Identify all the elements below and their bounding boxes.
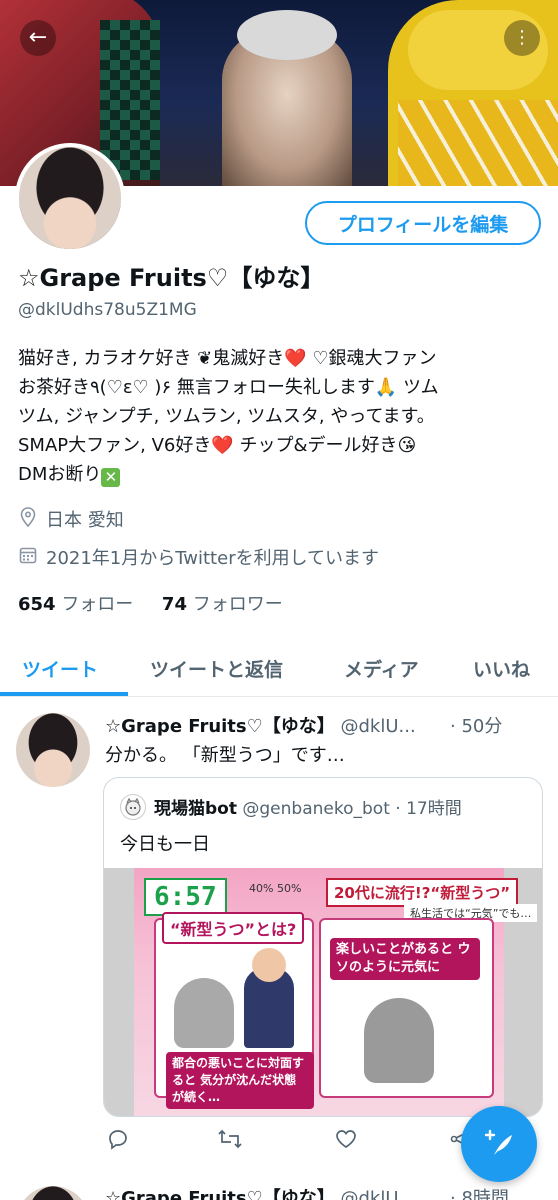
tv-clock: 6:57 [144, 878, 227, 916]
bio-line: DMお断り ✕ [18, 460, 543, 489]
profile-handle: @dklUdhs78u5Z1MG [18, 300, 197, 320]
followers-count[interactable]: 74 [162, 594, 187, 615]
more-options-icon[interactable]: ⋮ [504, 20, 540, 56]
quoted-tweet[interactable]: 現場猫bot @genbaneko_bot · 17時間 今日も一日 6:57 … [103, 777, 543, 1117]
quote-author-name: 現場猫bot [154, 799, 237, 819]
banner-figure-hair [237, 10, 337, 60]
quote-time: · 17時間 [395, 799, 462, 819]
tweet-text: 分かる。 「新型うつ」です… [105, 745, 345, 766]
location-pin-icon [18, 506, 38, 532]
quote-avatar [120, 794, 146, 820]
quote-image[interactable]: 6:57 40% 50% 20代に流行!?“新型うつ” 私生活では“元気”でも…… [104, 868, 542, 1116]
profile-location: 日本 愛知 [18, 506, 124, 532]
profile-bio: 猫好き, カラオケ好き ❦鬼滅好き❤️ ♡銀魂大ファン お茶好き٩(♡ε♡ )۶… [18, 344, 543, 489]
follow-stats: 654 フォロー 74 フォロワー [18, 590, 283, 616]
tab-tweets-and-replies[interactable]: ツイートと返信 [150, 640, 283, 696]
bio-line: ツム, ジャンプチ, ツムラン, ツムスタ, やってます。 [18, 406, 435, 427]
tab-media[interactable]: メディア [344, 640, 419, 696]
tweet-header: ☆Grape Fruits♡【ゆな】 @dklU... [105, 1184, 445, 1200]
compose-quill-icon [484, 1129, 512, 1155]
quote-text: 今日も一日 [120, 834, 210, 855]
profile-name: ☆Grape Fruits♡【ゆな】 [18, 264, 325, 292]
tweet-avatar[interactable] [16, 1186, 90, 1200]
profile-avatar[interactable] [15, 143, 125, 253]
quote-header: 現場猫bot @genbaneko_bot · 17時間 [154, 794, 462, 819]
bio-line-text: DMお断り [18, 464, 102, 485]
tab-likes[interactable]: いいね [473, 640, 530, 696]
quote-author-handle: @genbaneko_bot [242, 799, 390, 819]
tweet-author-name[interactable]: ☆Grape Fruits♡【ゆな】 [105, 1188, 335, 1200]
edit-profile-button[interactable]: プロフィールを編集 [305, 201, 541, 245]
tweet-author-handle: @dklU... [340, 716, 416, 737]
avatar-photo [19, 147, 121, 249]
followers-label[interactable]: フォロワー [193, 594, 283, 615]
tv-label-right: 楽しいことがあると ウソのように元気に [330, 938, 480, 980]
tab-tweets[interactable]: ツイート [22, 640, 98, 696]
tweet-time: · 8時間 [450, 1188, 509, 1200]
tweet-avatar[interactable] [16, 713, 90, 787]
banner-figure-middle [222, 10, 352, 186]
reply-icon[interactable] [107, 1128, 129, 1155]
like-icon[interactable] [335, 1128, 357, 1155]
tv-headline: 20代に流行!?“新型うつ” [326, 878, 519, 907]
tweet-author-name[interactable]: ☆Grape Fruits♡【ゆな】 [105, 716, 335, 737]
retweet-icon[interactable] [217, 1128, 243, 1155]
bio-line: お茶好き٩(♡ε♡ )۶ 無言フォロー失礼します🙏 ツム [18, 377, 439, 398]
location-text: 日本 愛知 [46, 510, 124, 531]
following-label[interactable]: フォロー [61, 594, 133, 615]
tv-label-bottom: 都合の悪いことに対面すると 気分が沈んだ状態が続く… [166, 1052, 314, 1109]
banner-figure-pattern [398, 100, 558, 186]
cross-mark-icon: ✕ [101, 468, 121, 487]
following-count[interactable]: 654 [18, 594, 56, 615]
tweet-author-handle: @dklU... [340, 1188, 416, 1200]
profile-joined: 2021年1月からTwitterを利用しています [18, 544, 379, 570]
compose-tweet-button[interactable] [461, 1106, 537, 1182]
back-arrow-icon[interactable]: ← [20, 20, 56, 56]
joined-text: 2021年1月からTwitterを利用しています [46, 548, 380, 569]
tweet-header: ☆Grape Fruits♡【ゆな】 @dklU... · 50分 [105, 712, 545, 738]
cat-illustration [174, 978, 234, 1048]
bio-line: SMAP大ファン, V6好き❤️ チップ&デール好き😘 [18, 435, 417, 456]
tweet-time: · 50分 [450, 716, 503, 737]
cat-illustration [364, 998, 434, 1083]
man-face-illustration [252, 948, 286, 982]
tv-label-left: “新型うつ”とは? [162, 912, 305, 944]
tv-weather: 40% 50% [249, 882, 302, 895]
active-tab-indicator [0, 692, 128, 696]
profile-tabs: ツイート ツイートと返信 メディア いいね [0, 640, 558, 697]
bio-line: 猫好き, カラオケ好き ❦鬼滅好き❤️ ♡銀魂大ファン [18, 348, 437, 369]
calendar-icon [18, 546, 38, 569]
